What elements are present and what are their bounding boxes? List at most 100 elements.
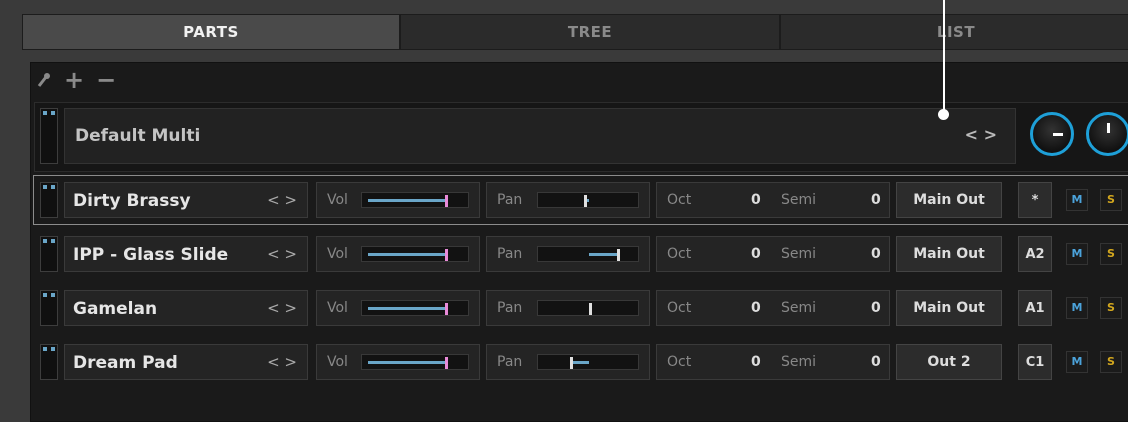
- output-label: Main Out: [913, 300, 985, 316]
- volume-slider[interactable]: [361, 300, 469, 316]
- volume-slider[interactable]: [361, 246, 469, 262]
- output-label: Main Out: [913, 192, 985, 208]
- output-selector[interactable]: Main Out: [896, 182, 1002, 218]
- mute-button[interactable]: M: [1066, 189, 1088, 211]
- volume-thumb[interactable]: [444, 195, 448, 207]
- minus-icon[interactable]: −: [96, 68, 116, 92]
- part-nav-arrows[interactable]: < >: [267, 245, 297, 263]
- pan-slider[interactable]: [537, 192, 639, 208]
- pan-slider[interactable]: [537, 300, 639, 316]
- solo-button[interactable]: S: [1100, 243, 1122, 265]
- pan-label: Pan: [497, 300, 523, 316]
- part-nav-arrows[interactable]: < >: [267, 353, 297, 371]
- mute-button[interactable]: M: [1066, 351, 1088, 373]
- octave-value[interactable]: 0: [751, 354, 761, 370]
- part-level-meter: [40, 290, 58, 326]
- volume-label: Vol: [327, 354, 348, 370]
- semitone-value[interactable]: 0: [871, 354, 881, 370]
- pan-control[interactable]: Pan: [486, 182, 650, 218]
- multi-level-meter: [40, 108, 58, 164]
- midi-channel[interactable]: A1: [1018, 290, 1052, 326]
- octave-value[interactable]: 0: [751, 246, 761, 262]
- part-row[interactable]: Dream Pad < > Vol Pan Oct 0 Semi 0 Out 2 C1 M S: [34, 338, 1128, 386]
- volume-thumb[interactable]: [444, 303, 448, 315]
- midi-channel-label: A1: [1025, 301, 1045, 316]
- semitone-label: Semi: [781, 300, 817, 316]
- pan-thumb[interactable]: [589, 303, 592, 315]
- pan-control[interactable]: Pan: [486, 236, 650, 272]
- tuning-control[interactable]: Oct 0 Semi 0: [656, 344, 890, 380]
- volume-control[interactable]: Vol: [316, 344, 480, 380]
- volume-control[interactable]: Vol: [316, 182, 480, 218]
- part-level-meter: [40, 182, 58, 218]
- output-selector[interactable]: Main Out: [896, 236, 1002, 272]
- pan-thumb[interactable]: [584, 195, 588, 207]
- volume-label: Vol: [327, 246, 348, 262]
- part-row[interactable]: Gamelan < > Vol Pan Oct 0 Semi 0 Main Out A1 M S: [34, 284, 1128, 332]
- volume-label: Vol: [327, 300, 348, 316]
- part-row[interactable]: Dirty Brassy < > Vol Pan Oct 0 Semi 0 Main Out * M…: [33, 175, 1128, 225]
- tuning-control[interactable]: Oct 0 Semi 0: [656, 182, 890, 218]
- midi-channel[interactable]: *: [1018, 182, 1052, 218]
- solo-button[interactable]: S: [1100, 351, 1122, 373]
- part-level-meter: [40, 344, 58, 380]
- volume-slider[interactable]: [361, 192, 469, 208]
- semitone-label: Semi: [781, 192, 817, 208]
- midi-channel[interactable]: C1: [1018, 344, 1052, 380]
- tuning-control[interactable]: Oct 0 Semi 0: [656, 236, 890, 272]
- octave-value[interactable]: 0: [751, 192, 761, 208]
- semitone-label: Semi: [781, 246, 817, 262]
- solo-button[interactable]: S: [1100, 189, 1122, 211]
- tab-parts[interactable]: PARTS: [22, 14, 400, 50]
- volume-slider[interactable]: [361, 354, 469, 370]
- part-name-field[interactable]: Dream Pad < >: [64, 344, 308, 380]
- multi-nav-arrows[interactable]: < >: [965, 125, 997, 144]
- output-selector[interactable]: Out 2: [896, 344, 1002, 380]
- part-name-field[interactable]: Gamelan < >: [64, 290, 308, 326]
- tab-list[interactable]: LIST: [780, 14, 1128, 50]
- pan-control[interactable]: Pan: [486, 344, 650, 380]
- pan-slider[interactable]: [537, 246, 639, 262]
- volume-control[interactable]: Vol: [316, 236, 480, 272]
- multi-volume-knob[interactable]: [1030, 112, 1074, 156]
- part-name-field[interactable]: IPP - Glass Slide < >: [64, 236, 308, 272]
- multi-name-label: Default Multi: [75, 126, 201, 146]
- semitone-value[interactable]: 0: [871, 300, 881, 316]
- part-name-field[interactable]: Dirty Brassy < >: [64, 182, 308, 218]
- pan-slider[interactable]: [537, 354, 639, 370]
- part-name: Dirty Brassy: [73, 191, 191, 211]
- parts-toolbar: + −: [36, 66, 116, 94]
- solo-button[interactable]: S: [1100, 297, 1122, 319]
- octave-label: Oct: [667, 300, 692, 316]
- pan-thumb[interactable]: [617, 249, 621, 261]
- mute-button[interactable]: M: [1066, 243, 1088, 265]
- pan-control[interactable]: Pan: [486, 290, 650, 326]
- volume-thumb[interactable]: [444, 357, 448, 369]
- callout-line: [943, 0, 945, 112]
- midi-channel[interactable]: A2: [1018, 236, 1052, 272]
- part-row[interactable]: IPP - Glass Slide < > Vol Pan Oct 0 Semi 0 Main …: [34, 230, 1128, 278]
- part-nav-arrows[interactable]: < >: [267, 191, 297, 209]
- tab-tree[interactable]: TREE: [400, 14, 780, 50]
- octave-value[interactable]: 0: [751, 300, 761, 316]
- part-nav-arrows[interactable]: < >: [267, 299, 297, 317]
- multi-pan-knob[interactable]: [1086, 112, 1128, 156]
- plus-icon[interactable]: +: [64, 68, 84, 92]
- volume-fill: [368, 307, 447, 310]
- multi-name-field[interactable]: Default Multi < >: [64, 108, 1016, 164]
- octave-label: Oct: [667, 192, 692, 208]
- pan-fill: [589, 253, 618, 256]
- view-tabs: PARTS TREE LIST: [22, 14, 1128, 50]
- semitone-value[interactable]: 0: [871, 246, 881, 262]
- pan-thumb[interactable]: [570, 357, 574, 369]
- volume-control[interactable]: Vol: [316, 290, 480, 326]
- semitone-value[interactable]: 0: [871, 192, 881, 208]
- output-selector[interactable]: Main Out: [896, 290, 1002, 326]
- midi-channel-label: C1: [1025, 355, 1045, 370]
- wrench-icon[interactable]: [36, 68, 52, 92]
- volume-thumb[interactable]: [444, 249, 448, 261]
- tuning-control[interactable]: Oct 0 Semi 0: [656, 290, 890, 326]
- volume-label: Vol: [327, 192, 348, 208]
- volume-fill: [368, 361, 447, 364]
- mute-button[interactable]: M: [1066, 297, 1088, 319]
